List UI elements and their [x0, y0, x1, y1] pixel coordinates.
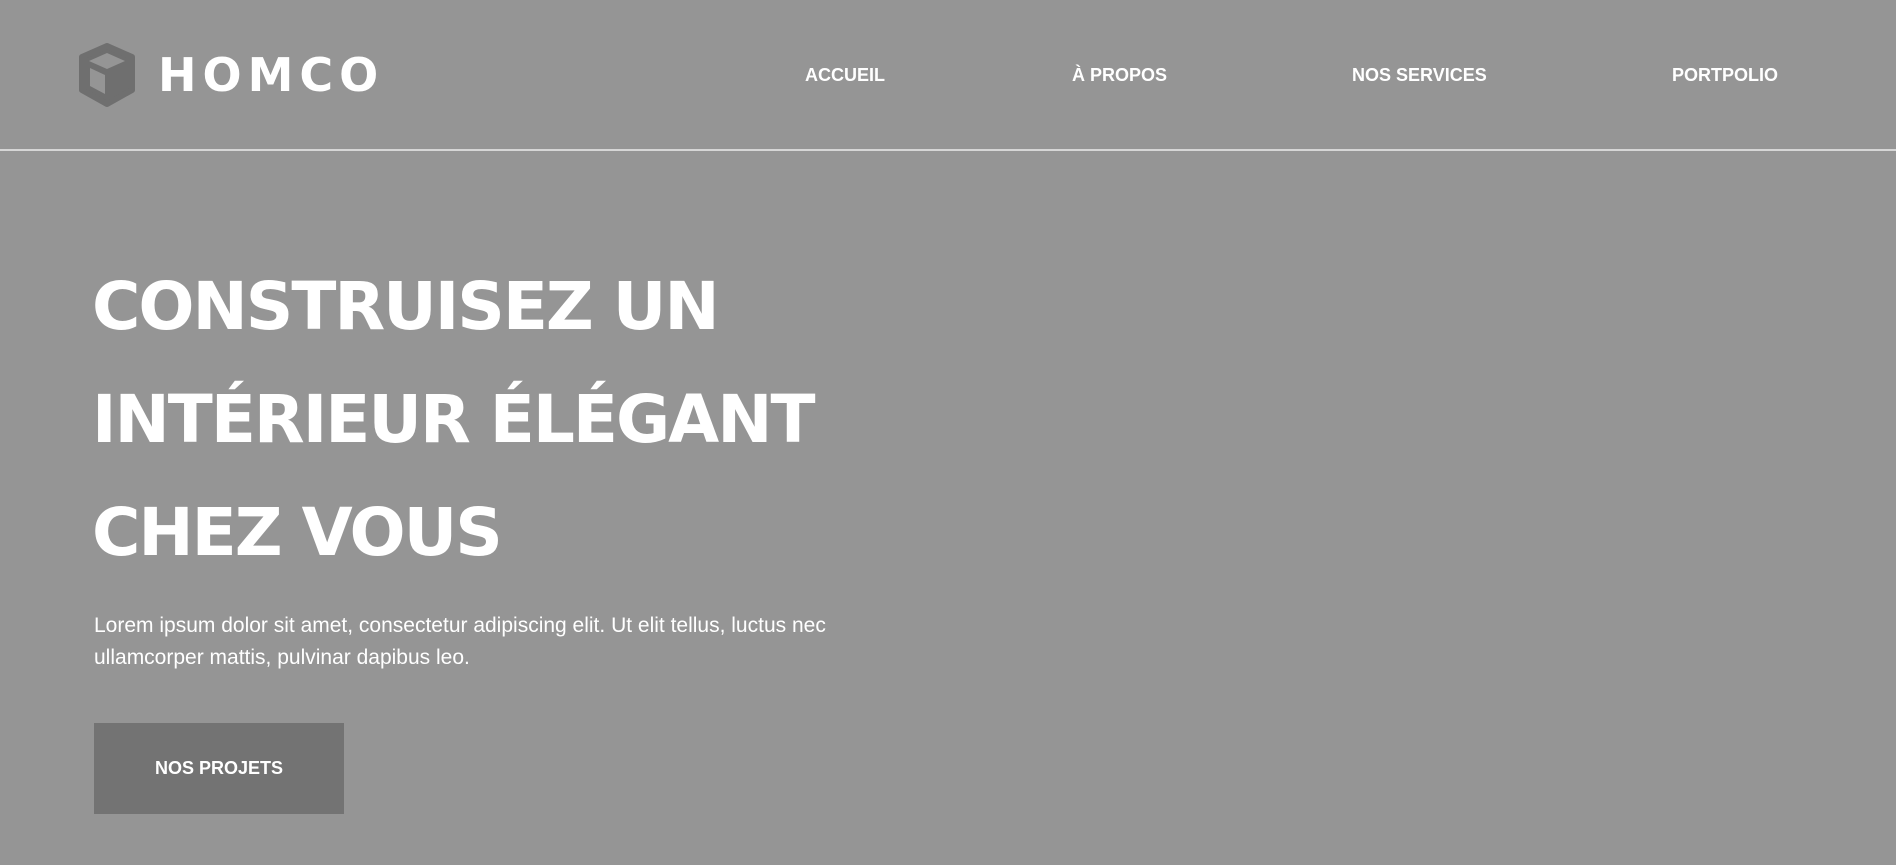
hero-title-line: INTÉRIEUR ÉLÉGANT	[92, 381, 816, 458]
hero-title: CONSTRUISEZ UN INTÉRIEUR ÉLÉGANT CHEZ VO…	[92, 250, 992, 589]
nav-item-accueil[interactable]: ACCUEIL	[805, 60, 885, 90]
hero-description: Lorem ipsum dolor sit amet, consectetur …	[94, 614, 826, 669]
nav-item-portpolio[interactable]: PORTPOLIO	[1672, 60, 1778, 90]
hero-title-line: CHEZ VOUS	[92, 494, 503, 571]
page: HOMCO ACCUEIL À PROPOS NOS SERVICES PORT…	[0, 0, 1896, 865]
main-nav: ACCUEIL À PROPOS NOS SERVICES PORTPOLIO	[0, 60, 1896, 90]
nav-item-nos-services[interactable]: NOS SERVICES	[1352, 60, 1487, 90]
hero-title-line: CONSTRUISEZ UN	[92, 268, 720, 345]
nos-projets-button[interactable]: NOS PROJETS	[94, 723, 344, 814]
site-header: HOMCO ACCUEIL À PROPOS NOS SERVICES PORT…	[0, 0, 1896, 151]
nav-item-a-propos[interactable]: À PROPOS	[1072, 60, 1167, 90]
